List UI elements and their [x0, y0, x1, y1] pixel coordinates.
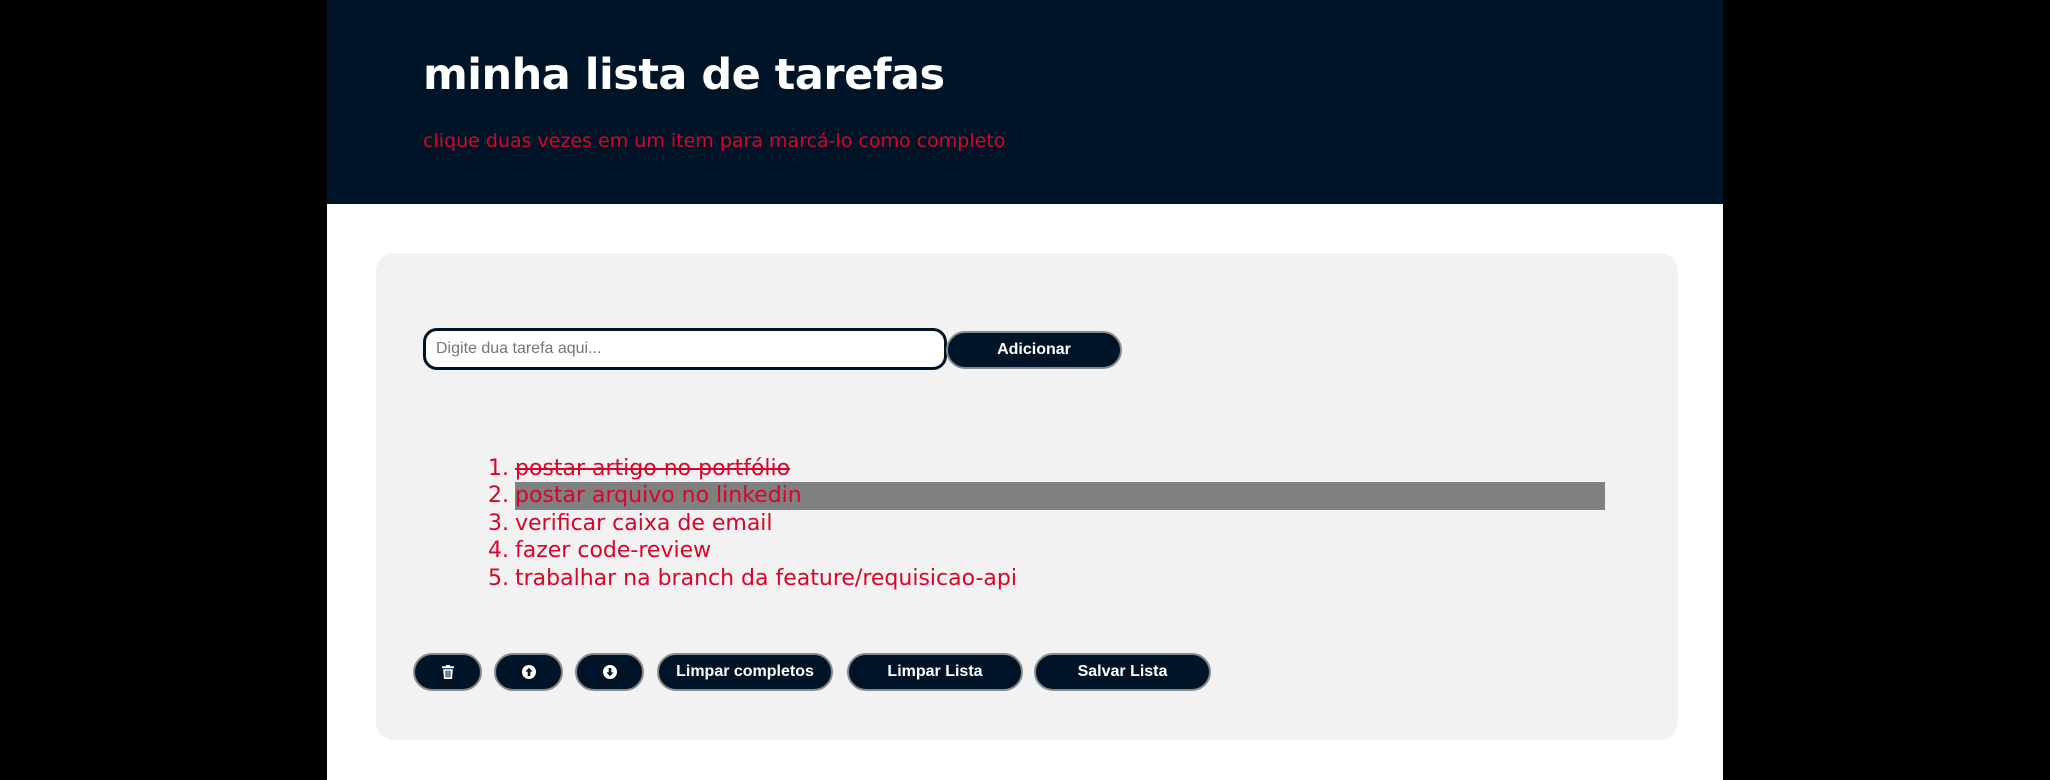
clear-completed-button[interactable]: Limpar completos: [657, 653, 833, 691]
task-item[interactable]: 1. postar artigo no portfólio: [485, 455, 1605, 482]
task-text: verificar caixa de email: [515, 510, 773, 536]
clear-list-button[interactable]: Limpar Lista: [847, 653, 1023, 691]
page-subtitle: clique duas vezes em um item para marcá-…: [423, 130, 1006, 152]
task-number: 3.: [488, 510, 509, 536]
task-number: 1.: [488, 456, 509, 481]
task-text: postar artigo no portfólio: [515, 456, 791, 481]
task-number: 4.: [488, 538, 509, 564]
task-input[interactable]: [423, 328, 947, 370]
task-text: fazer code-review: [515, 538, 712, 564]
app-header: minha lista de tarefas clique duas vezes…: [327, 0, 1723, 204]
app-page: minha lista de tarefas clique duas vezes…: [327, 0, 1723, 780]
page-title: minha lista de tarefas: [423, 50, 945, 100]
save-list-button[interactable]: Salvar Lista: [1034, 653, 1211, 691]
task-list: 1. postar artigo no portfólio 2. postar …: [485, 455, 1605, 592]
task-number: 5.: [488, 565, 509, 591]
trash-icon: [441, 665, 454, 679]
task-item[interactable]: 3. verificar caixa de email: [485, 510, 1605, 537]
arrow-circle-down-icon: [602, 665, 617, 679]
delete-selected-button[interactable]: [413, 653, 482, 691]
task-card: Adicionar 1. postar artigo no portfólio …: [376, 253, 1678, 740]
move-up-button[interactable]: [494, 653, 563, 691]
move-down-button[interactable]: [575, 653, 644, 691]
arrow-circle-up-icon: [521, 665, 536, 679]
add-task-button[interactable]: Adicionar: [946, 331, 1122, 369]
task-number: 2.: [488, 483, 509, 509]
task-text: postar arquivo no linkedin: [515, 482, 1605, 510]
task-item[interactable]: 4. fazer code-review: [485, 537, 1605, 564]
task-item[interactable]: 5. trabalhar na branch da feature/requis…: [485, 565, 1605, 592]
task-text: trabalhar na branch da feature/requisica…: [515, 565, 1017, 591]
task-item[interactable]: 2. postar arquivo no linkedin: [485, 482, 1605, 510]
